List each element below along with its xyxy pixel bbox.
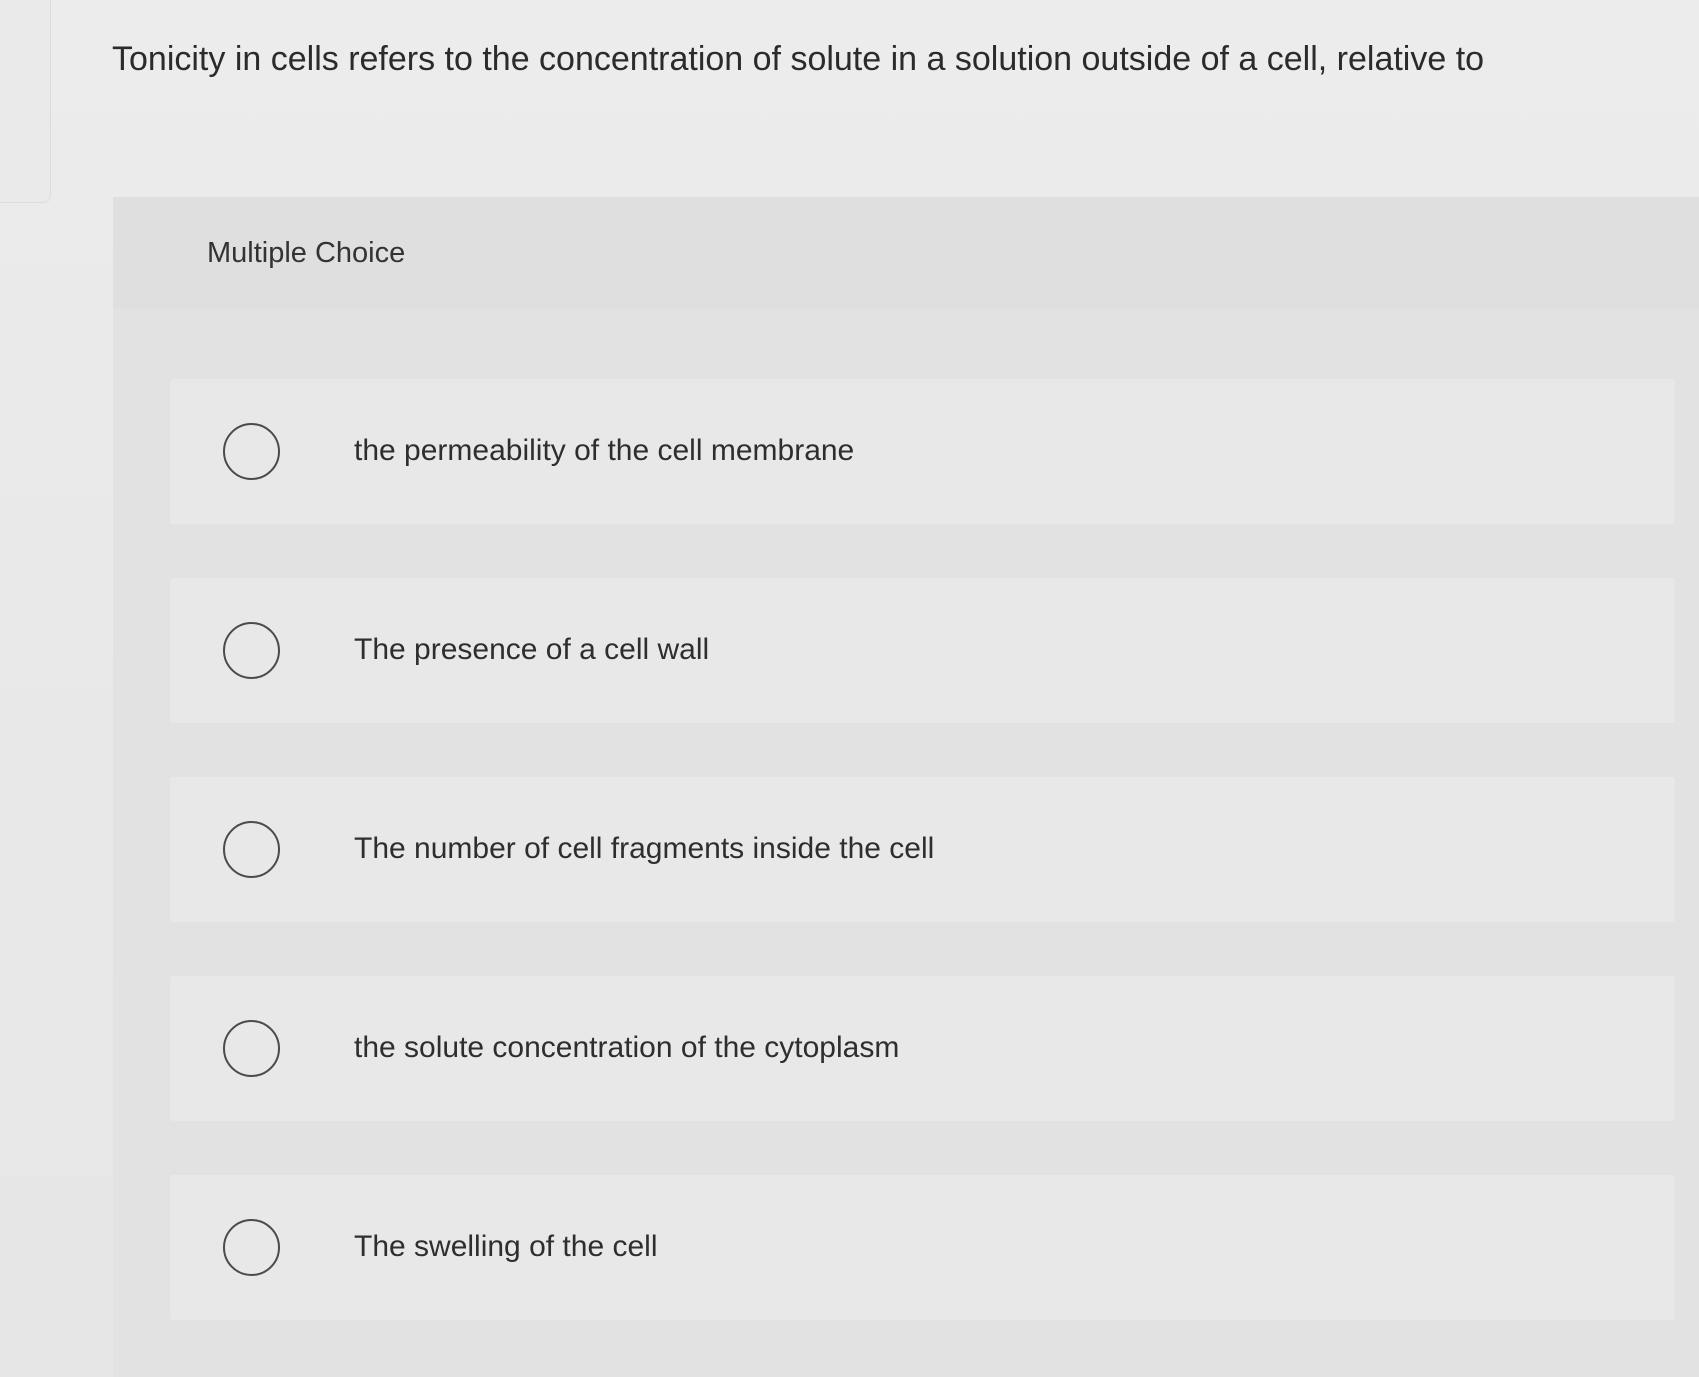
choice-label: The swelling of the cell	[354, 1230, 658, 1263]
choice-label: the permeability of the cell membrane	[354, 434, 855, 467]
choice-option-4[interactable]: the solute concentration of the cytoplas…	[170, 976, 1675, 1121]
choice-option-3[interactable]: The number of cell fragments inside the …	[170, 777, 1675, 922]
radio-button-icon[interactable]	[223, 821, 280, 878]
choice-label: the solute concentration of the cytoplas…	[354, 1031, 900, 1064]
choice-option-2[interactable]: The presence of a cell wall	[170, 578, 1675, 723]
multiple-choice-panel: Multiple Choice the permeability of the …	[113, 197, 1699, 1377]
radio-button-icon[interactable]	[223, 1219, 280, 1276]
question-text: Tonicity in cells refers to the concentr…	[112, 40, 1485, 78]
radio-button-icon[interactable]	[223, 622, 280, 679]
left-page-edge	[0, 0, 51, 203]
choice-label: The number of cell fragments inside the …	[354, 832, 935, 865]
radio-button-icon[interactable]	[223, 423, 280, 480]
panel-header: Multiple Choice	[113, 197, 1699, 309]
choice-label: The presence of a cell wall	[354, 633, 710, 666]
radio-button-icon[interactable]	[223, 1020, 280, 1077]
panel-title: Multiple Choice	[207, 237, 406, 269]
choice-option-1[interactable]: the permeability of the cell membrane	[170, 379, 1675, 524]
choice-option-5[interactable]: The swelling of the cell	[170, 1175, 1675, 1320]
